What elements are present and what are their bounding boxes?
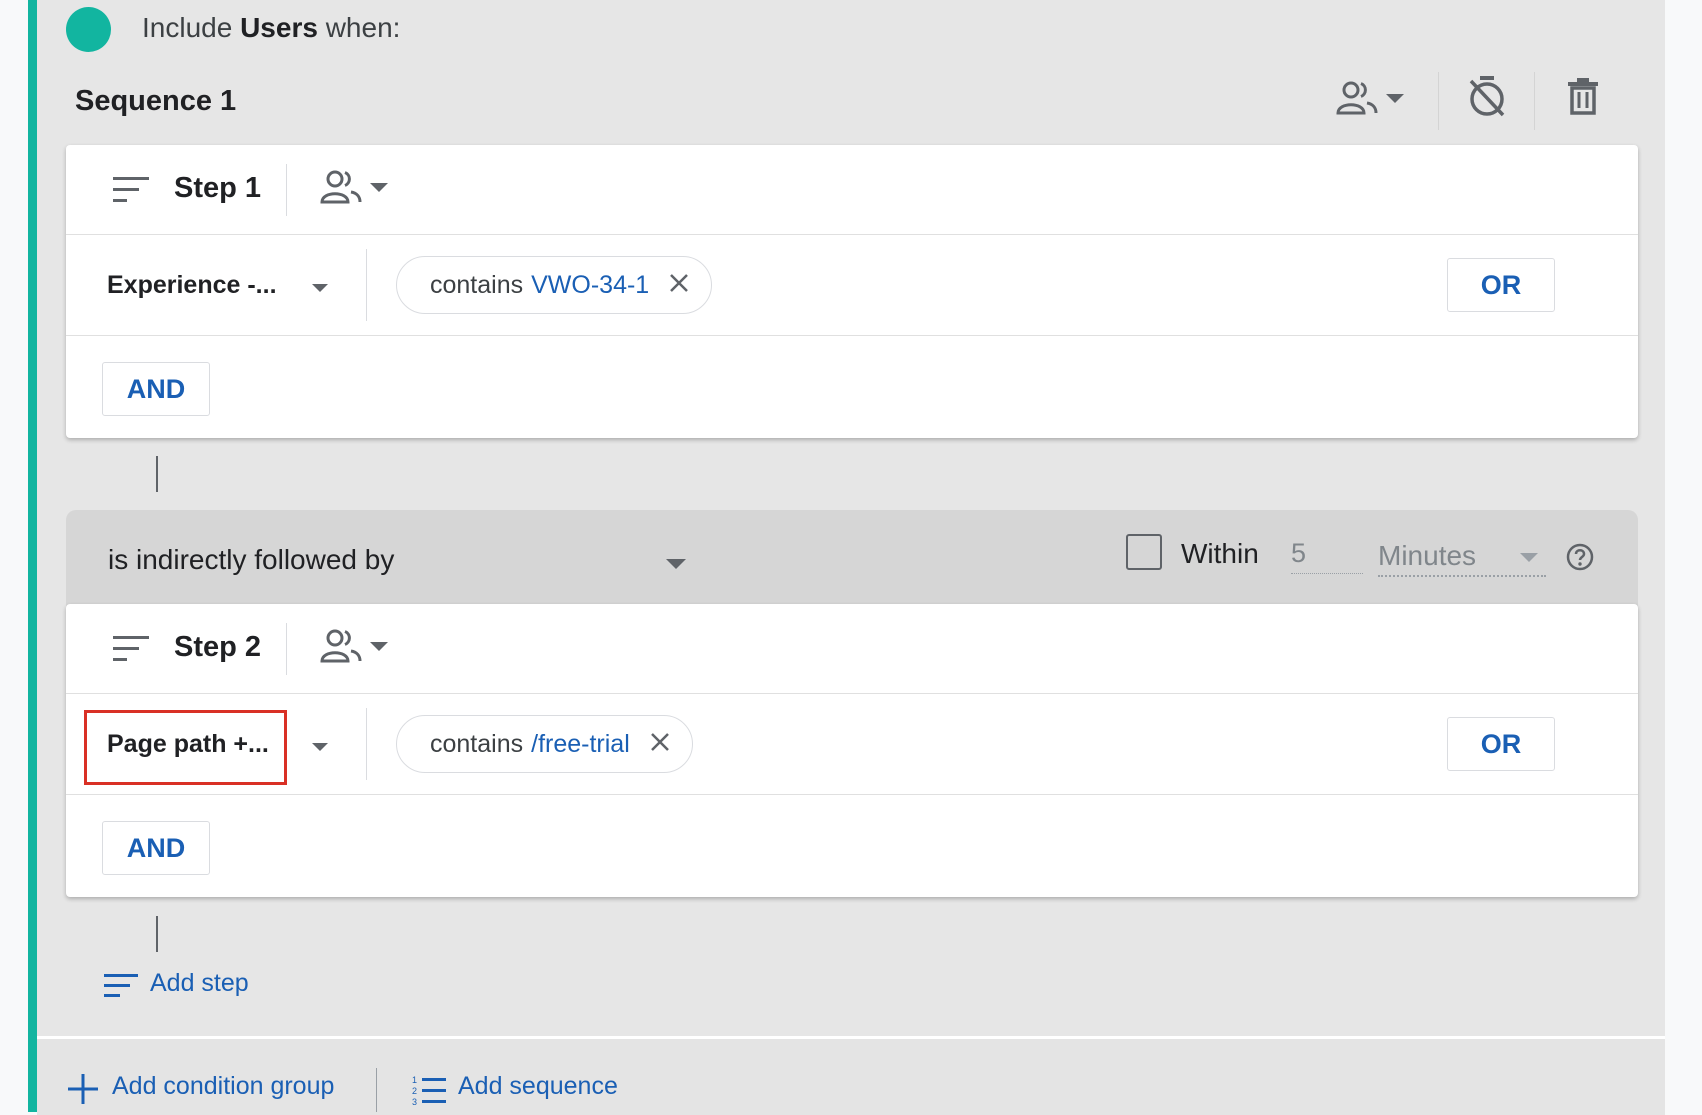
and-button[interactable]: AND bbox=[102, 821, 210, 875]
add-step-label: Add step bbox=[150, 969, 249, 997]
toolbar-divider bbox=[1438, 72, 1439, 130]
timer-off-icon bbox=[1468, 75, 1506, 122]
include-suffix: when: bbox=[325, 12, 401, 43]
step-1-condition-row: Experience -... contains VWO-34-1 OR bbox=[66, 235, 1638, 336]
add-step-button[interactable]: Add step bbox=[104, 967, 274, 1007]
add-condition-group-label: Add condition group bbox=[112, 1072, 335, 1100]
sequence-scope-dropdown[interactable] bbox=[1325, 78, 1415, 122]
dimension-dropdown-icon[interactable] bbox=[312, 739, 328, 757]
add-condition-group-button[interactable]: Add condition group bbox=[68, 1070, 358, 1112]
svg-text:3: 3 bbox=[412, 1097, 417, 1106]
trash-icon bbox=[1567, 77, 1599, 120]
people-icon bbox=[1336, 80, 1378, 121]
step-2-card: Step 2 Page path +... contains /free-tri… bbox=[66, 604, 1638, 897]
add-step-icon bbox=[104, 973, 138, 1004]
chevron-down-icon bbox=[370, 180, 388, 198]
chevron-down-icon[interactable] bbox=[1520, 550, 1538, 568]
and-button[interactable]: AND bbox=[102, 362, 210, 416]
sort-lines-icon bbox=[113, 635, 149, 668]
step-connector-line bbox=[156, 916, 158, 952]
actions-divider bbox=[376, 1068, 377, 1112]
step-2-scope-dropdown[interactable] bbox=[310, 626, 398, 670]
condition-group-accent-bar bbox=[28, 0, 37, 1112]
dimension-highlight-box bbox=[84, 710, 287, 785]
within-checkbox[interactable] bbox=[1126, 534, 1162, 570]
step-1-scope-dropdown[interactable] bbox=[310, 167, 398, 211]
step-2-condition-chip[interactable]: contains /free-trial bbox=[396, 715, 693, 773]
toolbar-divider bbox=[1534, 72, 1535, 130]
chevron-down-icon bbox=[1386, 91, 1404, 109]
within-value-input[interactable]: 5 bbox=[1291, 538, 1363, 574]
row-divider bbox=[366, 249, 367, 321]
svg-text:1: 1 bbox=[412, 1075, 417, 1085]
plus-icon bbox=[68, 1074, 98, 1109]
sequence-title: Sequence 1 bbox=[75, 85, 237, 117]
condition-group-indicator bbox=[66, 7, 111, 52]
or-button[interactable]: OR bbox=[1447, 717, 1555, 771]
close-icon[interactable] bbox=[669, 271, 689, 300]
numbered-list-icon: 1 2 3 bbox=[412, 1074, 446, 1111]
people-icon bbox=[320, 169, 362, 210]
condition-value: VWO-34-1 bbox=[531, 270, 650, 299]
header-divider bbox=[286, 164, 287, 216]
header-divider bbox=[286, 623, 287, 675]
close-icon[interactable] bbox=[650, 730, 670, 759]
step-1-condition-chip[interactable]: contains VWO-34-1 bbox=[396, 256, 713, 314]
step-1-title: Step 1 bbox=[174, 172, 262, 204]
add-sequence-button[interactable]: 1 2 3 Add sequence bbox=[412, 1070, 642, 1112]
include-heading: Include Users when: bbox=[142, 12, 400, 44]
chevron-down-icon bbox=[370, 639, 388, 657]
step-2-title: Step 2 bbox=[174, 631, 262, 663]
step-1-card: Step 1 Experience -... contains VWO-34-1… bbox=[66, 145, 1638, 438]
condition-operator: contains bbox=[430, 729, 524, 758]
step-1-dimension-label[interactable]: Experience -... bbox=[107, 271, 277, 300]
step-2-header: Step 2 bbox=[66, 604, 1638, 694]
or-button[interactable]: OR bbox=[1447, 258, 1555, 312]
relation-selector[interactable]: is indirectly followed by bbox=[108, 544, 394, 576]
step-2-condition-row: Page path +... contains /free-trial OR bbox=[66, 694, 1638, 795]
include-subject: Users bbox=[240, 12, 318, 43]
condition-value: /free-trial bbox=[531, 729, 630, 758]
chevron-down-icon[interactable] bbox=[666, 556, 686, 574]
within-unit-label: Minutes bbox=[1378, 540, 1477, 571]
sequence-relation-bar: is indirectly followed by Within 5 Minut… bbox=[66, 510, 1638, 610]
timer-off-button[interactable] bbox=[1465, 75, 1509, 122]
step-1-header: Step 1 bbox=[66, 145, 1638, 235]
include-prefix: Include bbox=[142, 12, 233, 43]
row-divider bbox=[366, 708, 367, 780]
dimension-dropdown-icon[interactable] bbox=[312, 280, 328, 298]
svg-text:2: 2 bbox=[412, 1086, 417, 1096]
help-icon[interactable] bbox=[1566, 543, 1594, 576]
step-connector-line bbox=[156, 456, 158, 492]
sort-lines-icon bbox=[113, 176, 149, 209]
delete-sequence-button[interactable] bbox=[1561, 76, 1605, 120]
condition-operator: contains bbox=[430, 270, 524, 299]
people-icon bbox=[320, 628, 362, 669]
within-label: Within bbox=[1181, 538, 1259, 569]
add-sequence-label: Add sequence bbox=[458, 1072, 618, 1100]
